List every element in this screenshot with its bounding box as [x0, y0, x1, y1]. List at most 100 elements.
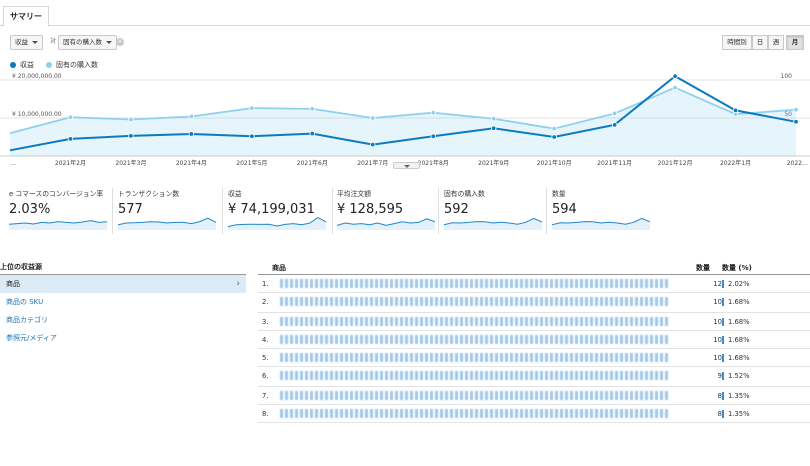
row-number: 3.: [262, 318, 269, 326]
source-item-sku[interactable]: 商品の SKU: [0, 293, 246, 311]
metric-avg-order-value[interactable]: 平均注文額 ¥ 128,595: [337, 188, 437, 234]
quantity-pct-cell: 1.68%: [728, 318, 750, 326]
data-point[interactable]: [370, 115, 376, 121]
table-row[interactable]: 1. 12 2.02%: [258, 275, 810, 293]
product-name-link-redacted[interactable]: [280, 317, 670, 326]
chart-resize-handle[interactable]: [393, 162, 420, 169]
data-point[interactable]: [188, 131, 195, 137]
product-name-link-redacted[interactable]: [280, 353, 670, 362]
quantity-pct-cell: 1.35%: [728, 410, 750, 418]
data-point[interactable]: [490, 116, 497, 122]
quantity-pct-bar: [722, 318, 724, 326]
source-item-product[interactable]: 商品: [0, 275, 246, 293]
y-left-tick-label: ¥ 10,000,000.00: [12, 111, 62, 118]
data-point[interactable]: [430, 109, 436, 116]
period-day-button[interactable]: 日: [752, 35, 768, 50]
metric-quantity[interactable]: 数量 594: [552, 188, 652, 234]
data-point[interactable]: [672, 84, 678, 91]
metric1-label: 収益: [15, 38, 28, 46]
data-point[interactable]: [490, 125, 497, 131]
metric-value: ¥ 128,595: [337, 202, 404, 217]
clear-comparison-icon[interactable]: ×: [116, 38, 124, 46]
quantity-cell: 10: [713, 336, 722, 344]
row-number: 8.: [262, 410, 269, 418]
table-row[interactable]: 3. 10 1.68%: [258, 313, 810, 331]
row-number: 5.: [262, 354, 269, 362]
data-point[interactable]: [128, 116, 134, 123]
panel-header: 上位の収益源: [0, 262, 246, 275]
data-point[interactable]: [249, 105, 255, 111]
metric-revenue[interactable]: 収益 ¥ 74,199,031: [228, 188, 330, 234]
product-name-link-redacted[interactable]: [280, 391, 670, 400]
data-point[interactable]: [309, 130, 316, 137]
legend-series1[interactable]: 収益: [10, 60, 34, 70]
row-number: 2.: [262, 298, 269, 306]
chart-svg: ¥ 20,000,000.00¥ 10,000,000.00100502021年…: [0, 73, 810, 167]
data-point[interactable]: [551, 125, 557, 132]
data-point[interactable]: [188, 113, 195, 120]
row-number: 4.: [262, 336, 269, 344]
vs-label: 対: [50, 38, 57, 45]
data-point[interactable]: [611, 110, 618, 117]
period-week-button[interactable]: 週: [768, 35, 784, 50]
table-row[interactable]: 5. 10 1.68%: [258, 349, 810, 367]
data-point[interactable]: [672, 73, 678, 79]
quantity-pct-bar: [722, 280, 724, 288]
metric-transactions[interactable]: トランザクション数 577: [118, 188, 220, 234]
column-header-quantity-pct: 数量 (%): [722, 264, 752, 272]
quantity-pct-bar: [722, 354, 724, 362]
metric-unique-purchases[interactable]: 固有の購入数 592: [444, 188, 544, 234]
metric-label: 数量: [552, 190, 566, 198]
product-name-link-redacted[interactable]: [280, 371, 670, 380]
metric-conversion-rate[interactable]: e コマースのコンバージョン率 2.03%: [9, 188, 109, 234]
source-item-source-medium[interactable]: 参照元/メディア: [0, 329, 246, 347]
sparkline-area: [552, 218, 650, 230]
data-point[interactable]: [611, 122, 618, 128]
table-row[interactable]: 4. 10 1.68%: [258, 331, 810, 349]
metric2-label: 固有の購入数: [63, 38, 102, 46]
period-month-button[interactable]: 月: [786, 35, 804, 50]
product-name-link-redacted[interactable]: [280, 297, 670, 306]
x-tick-label: 2021年7月: [357, 159, 388, 167]
data-point[interactable]: [249, 133, 255, 139]
row-number: 1.: [262, 280, 269, 288]
quantity-pct-bar: [722, 392, 724, 400]
data-point[interactable]: [370, 141, 376, 148]
product-table: 商品 数量 数量 (%) 1. 12 2.02% 2. 10 1.68% 3. 10 1.68%…: [258, 262, 810, 423]
metric-value: 592: [444, 202, 469, 217]
data-point[interactable]: [732, 107, 739, 114]
source-item-category[interactable]: 商品カテゴリ: [0, 311, 246, 329]
data-point[interactable]: [309, 106, 316, 112]
legend-series2[interactable]: 固有の購入数: [46, 60, 98, 70]
metric1-dropdown[interactable]: 収益: [10, 35, 43, 50]
divider: [222, 188, 223, 234]
table-row[interactable]: 6. 9 1.52%: [258, 367, 810, 387]
x-tick-label: 2021年9月: [478, 159, 509, 167]
data-point[interactable]: [67, 114, 74, 120]
table-row[interactable]: 7. 8 1.35%: [258, 387, 810, 405]
quantity-pct-cell: 1.52%: [728, 372, 750, 380]
period-hourly-button[interactable]: 時間別: [722, 35, 752, 50]
data-point[interactable]: [793, 106, 799, 113]
product-name-link-redacted[interactable]: [280, 279, 670, 288]
row-number: 6.: [262, 372, 269, 380]
quantity-pct-cell: 1.68%: [728, 298, 750, 306]
data-point[interactable]: [430, 133, 436, 139]
data-point[interactable]: [793, 119, 799, 125]
tab-summary[interactable]: サマリー: [3, 6, 49, 27]
data-point[interactable]: [551, 134, 557, 140]
quantity-cell: 8: [717, 392, 722, 400]
x-tick-label: 2021年2月: [55, 159, 86, 167]
table-row[interactable]: 2. 10 1.68%: [258, 293, 810, 313]
product-name-link-redacted[interactable]: [280, 409, 670, 418]
table-row[interactable]: 8. 8 1.35%: [258, 405, 810, 423]
product-name-link-redacted[interactable]: [280, 335, 670, 344]
data-point[interactable]: [67, 136, 74, 142]
metric-value: 577: [118, 202, 143, 217]
metric-label: 収益: [228, 190, 242, 198]
metric2-dropdown[interactable]: 固有の購入数: [58, 35, 117, 50]
data-point[interactable]: [128, 133, 134, 139]
x-tick-label: …: [10, 160, 16, 167]
column-header-product: 商品: [272, 264, 286, 272]
sparkline-area: [118, 218, 216, 230]
